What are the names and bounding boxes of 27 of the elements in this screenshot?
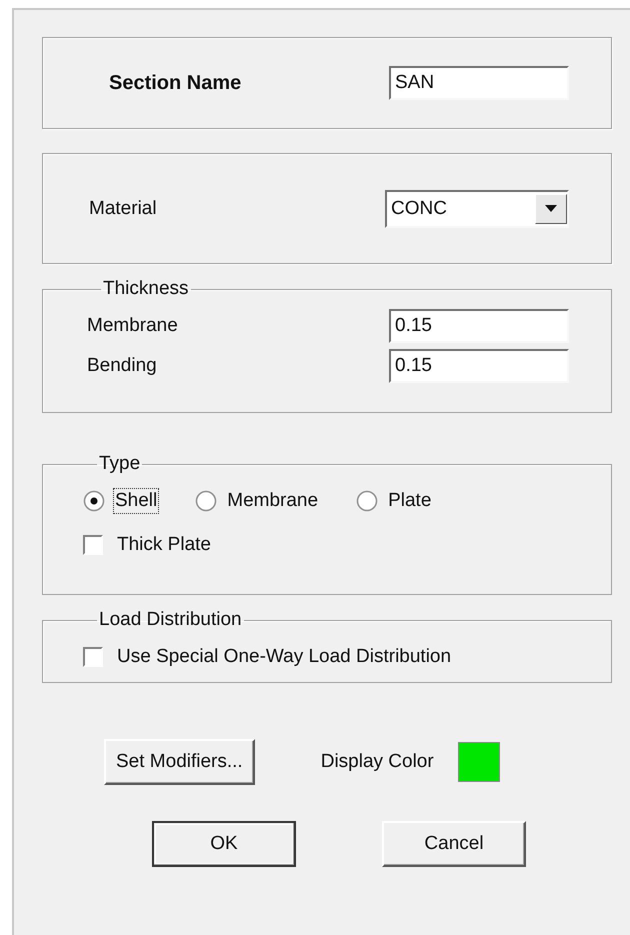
radio-button[interactable] [356,490,378,512]
radio-button[interactable] [83,490,105,512]
checkbox-label[interactable]: Thick Plate [117,534,211,556]
thickness-label: Bending [87,355,157,377]
radio-label[interactable]: Membrane [227,490,318,512]
radio-button[interactable] [195,490,218,512]
material-dropdown[interactable]: CONC [385,190,569,228]
group-title: Type [98,453,142,475]
checkbox[interactable] [83,535,103,555]
radio-label[interactable]: Plate [388,490,432,512]
dialog-button[interactable]: Cancel [382,821,526,867]
set-modifiers-button[interactable]: Set Modifiers... [104,739,255,785]
material-label: Material [89,198,157,220]
group-title: Load Distribution [98,609,243,631]
checkbox[interactable] [83,647,103,667]
display-color-label: Display Color [320,751,434,773]
section-name-label: Section Name [109,72,242,94]
group-title: Thickness [102,278,190,300]
color-swatch[interactable] [458,742,500,782]
caret-icon [545,205,557,212]
checkbox-label[interactable]: Use Special One-Way Load Distribution [117,646,452,668]
section-name-field[interactable]: SAN [389,66,569,100]
thickness-field[interactable]: 0.15 [389,309,569,343]
thickness-label: Membrane [87,315,178,337]
dialog-button[interactable]: OK [152,821,296,867]
radio-label[interactable]: Shell [115,490,158,512]
thickness-field[interactable]: 0.15 [389,349,569,383]
